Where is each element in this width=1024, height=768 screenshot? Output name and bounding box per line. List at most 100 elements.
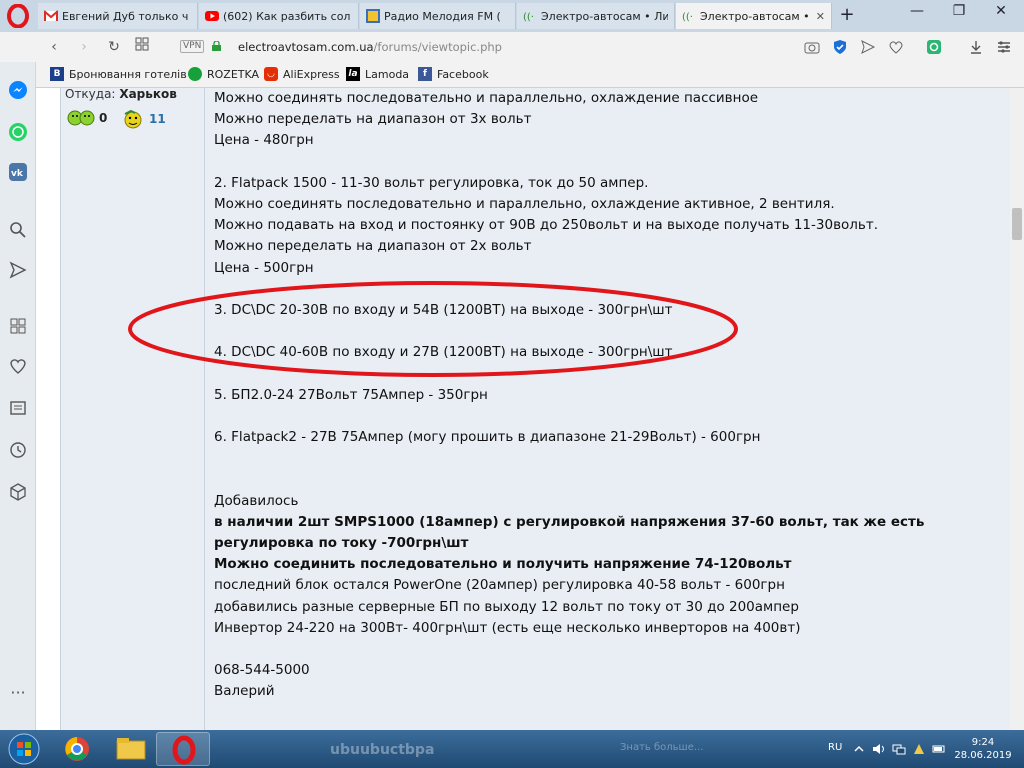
rozetka-icon [188, 67, 202, 81]
post-line [214, 406, 1004, 427]
close-window-button[interactable]: ✕ [980, 0, 1022, 24]
opera-icon [172, 735, 196, 765]
opera-menu-icon[interactable] [6, 4, 30, 28]
tray-arrow-icon[interactable] [852, 742, 866, 756]
tab-forum-1[interactable]: ((· Электро-автосам • Ли [517, 3, 675, 29]
speed-dial-icon[interactable] [132, 37, 152, 57]
tab-title: Радио Мелодия FM ( [384, 9, 501, 23]
tab-title: (602) Как разбить сол [223, 9, 351, 23]
tab-youtube[interactable]: (602) Как разбить сол [199, 3, 359, 29]
back-button[interactable]: ‹ [44, 37, 64, 57]
post-line: Можно переделать на диапазон от 2х вольт [214, 238, 532, 255]
post-line: Добавилось [214, 492, 299, 509]
lock-icon[interactable] [212, 41, 221, 51]
search-icon[interactable] [8, 220, 28, 240]
extensions-cube-icon[interactable] [8, 482, 28, 502]
post-line [214, 469, 1004, 490]
bookmark-booking[interactable]: B Бронювання готелів [50, 67, 187, 81]
adblock-shield-icon[interactable] [832, 39, 848, 55]
bookmark-label: Бронювання готелів [69, 67, 187, 81]
speed-dial-sidebar-icon[interactable] [8, 316, 28, 336]
close-tab-icon[interactable]: ✕ [816, 10, 825, 23]
taskbar-opera[interactable] [156, 732, 210, 766]
bookmark-label: ROZETKA [207, 67, 260, 81]
post-line: 6. Flatpack2 - 27В 75Ампер (могу прошить… [214, 429, 761, 445]
bookmark-aliexpress[interactable]: ◡ AliExpress [264, 67, 340, 81]
taskbar-chrome[interactable] [50, 732, 104, 766]
volume-icon[interactable] [872, 742, 886, 756]
lamoda-icon: la [346, 67, 360, 81]
bookmark-rozetka[interactable]: ROZETKA [188, 67, 259, 81]
bookmark-label: Facebook [437, 67, 489, 81]
url-path: /forums/viewtopic.php [373, 40, 502, 54]
post-line: последний блок остался PowerOne (20ампер… [214, 577, 785, 594]
bookmarks-heart-icon[interactable] [8, 356, 28, 376]
windows-start-icon[interactable] [4, 732, 44, 766]
post-line: 2. Flatpack 1500 - 11-30 вольт регулиров… [214, 174, 649, 191]
smiley-thanks-icon [67, 110, 95, 126]
svg-text:((·: ((· [523, 12, 534, 23]
bookmark-facebook[interactable]: f Facebook [418, 67, 489, 81]
tab-radio[interactable]: Радио Мелодия FM ( [360, 3, 516, 29]
reload-button[interactable]: ↻ [104, 37, 124, 57]
camera-icon[interactable] [804, 39, 820, 55]
bookmark-lamoda[interactable]: la Lamoda [346, 67, 409, 81]
maximize-button[interactable]: ❐ [938, 0, 980, 24]
post-line: 5. БП2.0-24 27Вольт 75Ампер - 350грн [214, 386, 488, 403]
page-scrollbar[interactable] [1010, 88, 1024, 730]
opera-sidebar: vk ··· [0, 62, 36, 730]
url-host: electroavtosam.com.ua [238, 40, 374, 54]
news-icon[interactable] [8, 398, 28, 418]
sidebar-more-icon[interactable]: ··· [8, 685, 28, 706]
site-icon: ((· [523, 9, 537, 23]
ghost-text: Знать больше... [620, 742, 704, 753]
tab-strip: Евгений Дуб только ч (602) Как разбить с… [0, 0, 1024, 32]
send-icon[interactable] [860, 39, 876, 55]
youtube-icon [205, 9, 219, 23]
taskbar-explorer[interactable] [104, 732, 158, 766]
post-line: Можно переделать на диапазон от 3х вольт [214, 111, 532, 128]
forward-button[interactable]: › [74, 37, 94, 57]
vpn-badge[interactable]: VPN [180, 40, 205, 53]
system-clock[interactable]: 9:24 28.06.2019 [948, 736, 1018, 762]
easy-setup-icon[interactable] [996, 39, 1012, 55]
stat-value: 0 [99, 111, 108, 125]
messenger-icon[interactable] [8, 80, 28, 100]
heart-icon[interactable] [888, 39, 904, 55]
post-line: Можно соединить последовательно и получи… [214, 556, 792, 573]
post-line: регулировка по току -700грн\шт [214, 534, 469, 551]
clock-date: 28.06.2019 [954, 750, 1012, 761]
aliexpress-icon: ◡ [264, 67, 278, 81]
new-tab-button[interactable]: + [836, 4, 858, 26]
clock-time: 9:24 [971, 737, 995, 748]
post-line: Валерий [214, 683, 275, 700]
extension-icon[interactable] [926, 39, 942, 55]
tab-title: Электро-автосам • Пр [700, 9, 812, 23]
post-line [214, 448, 1004, 469]
scrollbar-thumb[interactable] [1012, 208, 1022, 240]
battery-icon[interactable] [932, 742, 946, 756]
post-line: в наличии 2шт SMPS1000 (18ампер) с регул… [214, 513, 925, 530]
gmail-icon [43, 9, 59, 23]
history-icon[interactable] [8, 440, 28, 460]
whatsapp-icon[interactable] [8, 122, 28, 142]
vk-icon[interactable]: vk [8, 162, 28, 182]
action-center-icon[interactable] [912, 742, 926, 756]
tab-title: Евгений Дуб только ч [62, 9, 189, 23]
url-field[interactable]: electroavtosam.com.ua/forums/viewtopic.p… [238, 40, 502, 54]
bookmarks-bar: B Бронювання готелів ROZETKA ◡ AliExpres… [36, 62, 1024, 88]
download-icon[interactable] [968, 39, 984, 55]
tab-title: Электро-автосам • Ли [541, 9, 668, 23]
post-line: Можно соединять последовательно и паралл… [214, 195, 835, 212]
post-line: Цена - 480грн [214, 132, 314, 149]
flow-icon[interactable] [8, 260, 28, 280]
network-icon[interactable] [892, 742, 906, 756]
bookmark-label: Lamoda [365, 67, 410, 81]
minimize-button[interactable]: — [896, 0, 938, 24]
tab-forum-active[interactable]: ((· Электро-автосам • Пр ✕ [676, 3, 832, 29]
radio-icon [366, 9, 380, 23]
author-stat-2: 11 [121, 108, 166, 130]
language-indicator[interactable]: RU [828, 742, 842, 753]
post-line: 4. DC\DC 40-60В по входу и 27В (1200ВТ) … [214, 344, 673, 361]
tab-gmail[interactable]: Евгений Дуб только ч [38, 3, 198, 29]
